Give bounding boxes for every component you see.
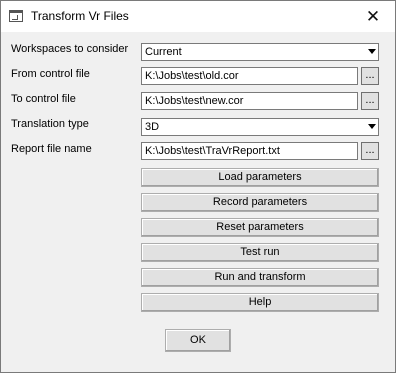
transform-vr-files-dialog: Transform Vr Files ✕ Workspaces to consi… xyxy=(0,0,396,373)
help-button[interactable]: Help xyxy=(141,293,379,312)
dropdown-arrow-box[interactable] xyxy=(362,119,378,135)
window-icon xyxy=(9,10,23,22)
workspaces-label: Workspaces to consider xyxy=(11,43,129,55)
workspaces-value: Current xyxy=(145,46,182,58)
to-control-label: To control file xyxy=(11,93,76,105)
report-file-input[interactable]: K:\Jobs\test\TraVrReport.txt xyxy=(141,142,358,160)
report-file-label: Report file name xyxy=(11,143,92,155)
ok-button[interactable]: OK xyxy=(165,329,231,352)
run-and-transform-button[interactable]: Run and transform xyxy=(141,268,379,287)
load-parameters-button[interactable]: Load parameters xyxy=(141,168,379,187)
close-icon[interactable]: ✕ xyxy=(351,1,395,32)
chevron-down-icon xyxy=(368,49,376,54)
translation-type-value: 3D xyxy=(145,121,160,133)
title-bar: Transform Vr Files ✕ xyxy=(1,1,395,32)
test-run-button[interactable]: Test run xyxy=(141,243,379,262)
translation-type-label: Translation type xyxy=(11,118,89,130)
translation-type-select[interactable]: 3D xyxy=(141,118,379,136)
reset-parameters-button[interactable]: Reset parameters xyxy=(141,218,379,237)
window-title: Transform Vr Files xyxy=(31,9,129,23)
dropdown-arrow-box[interactable] xyxy=(362,44,378,60)
report-file-browse-button[interactable]: ... xyxy=(361,142,379,160)
from-control-browse-button[interactable]: ... xyxy=(361,67,379,85)
record-parameters-button[interactable]: Record parameters xyxy=(141,193,379,212)
from-control-input[interactable]: K:\Jobs\test\old.cor xyxy=(141,67,358,85)
workspaces-select[interactable]: Current xyxy=(141,43,379,61)
from-control-label: From control file xyxy=(11,68,90,80)
chevron-down-icon xyxy=(368,124,376,129)
to-control-browse-button[interactable]: ... xyxy=(361,92,379,110)
to-control-input[interactable]: K:\Jobs\test\new.cor xyxy=(141,92,358,110)
